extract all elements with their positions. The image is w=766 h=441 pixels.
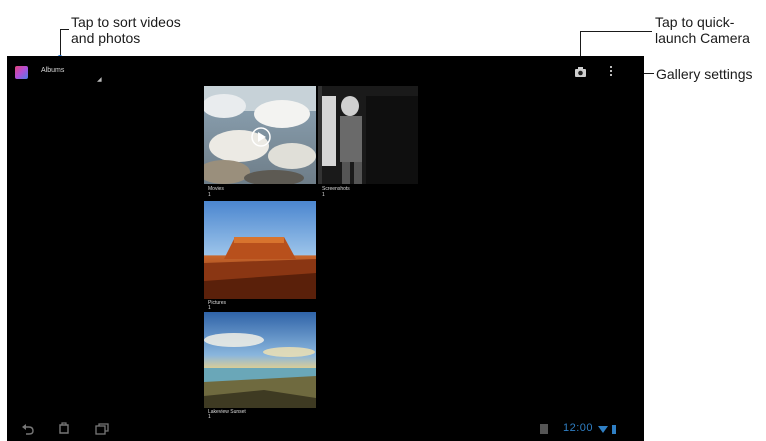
recent-apps-icon[interactable] [95, 422, 109, 436]
album-count: 1 [208, 192, 211, 198]
album-thumbnail [204, 201, 316, 299]
settings-annotation: Gallery settings [656, 66, 753, 82]
gallery-app-icon[interactable] [15, 66, 28, 79]
camera-leader-h [580, 31, 652, 32]
sort-annotation-line1: Tap to sort videos [71, 14, 181, 30]
album-tile-screenshots[interactable]: Screenshots 1 [318, 86, 418, 200]
status-clock[interactable]: 12:00 [563, 422, 593, 434]
album-tile-movies[interactable]: Movies 1 [204, 86, 316, 200]
wifi-icon [598, 426, 608, 433]
album-name: Screenshots [322, 186, 350, 192]
album-sort-dropdown[interactable]: Albums [41, 67, 64, 74]
back-icon[interactable] [21, 422, 35, 436]
action-bar: Albums ◢ [7, 56, 644, 88]
sort-annotation-line2: and photos [71, 30, 141, 46]
sort-leader-v [60, 29, 61, 58]
album-name: Lakeview Sunset [208, 409, 246, 415]
album-thumbnail [204, 86, 316, 184]
album-count: 1 [208, 305, 211, 311]
camera-annotation-line2: launch Camera [655, 30, 750, 46]
overflow-menu-icon[interactable] [609, 66, 613, 78]
album-tile-pictures[interactable]: Pictures 1 [204, 201, 316, 311]
album-thumbnail [204, 312, 316, 408]
dropdown-triangle-icon: ◢ [97, 77, 102, 83]
sort-annotation: Tap to sort videos and photos [71, 14, 181, 46]
home-icon[interactable] [57, 422, 71, 436]
sort-leader-h [60, 29, 69, 30]
camera-icon[interactable] [574, 66, 587, 78]
gallery-screen: Albums ◢ Movies 1 Screenshots 1 Pictures… [7, 56, 644, 441]
notification-icon[interactable] [539, 422, 549, 436]
album-count: 1 [322, 192, 325, 198]
album-thumbnail [318, 86, 418, 184]
system-bar: 12:00 [7, 416, 644, 441]
camera-annotation: Tap to quick- launch Camera [655, 14, 750, 46]
album-tile-lakeview-sunset[interactable]: Lakeview Sunset 1 [204, 312, 316, 422]
camera-annotation-line1: Tap to quick- [655, 14, 735, 30]
battery-icon [612, 425, 616, 434]
